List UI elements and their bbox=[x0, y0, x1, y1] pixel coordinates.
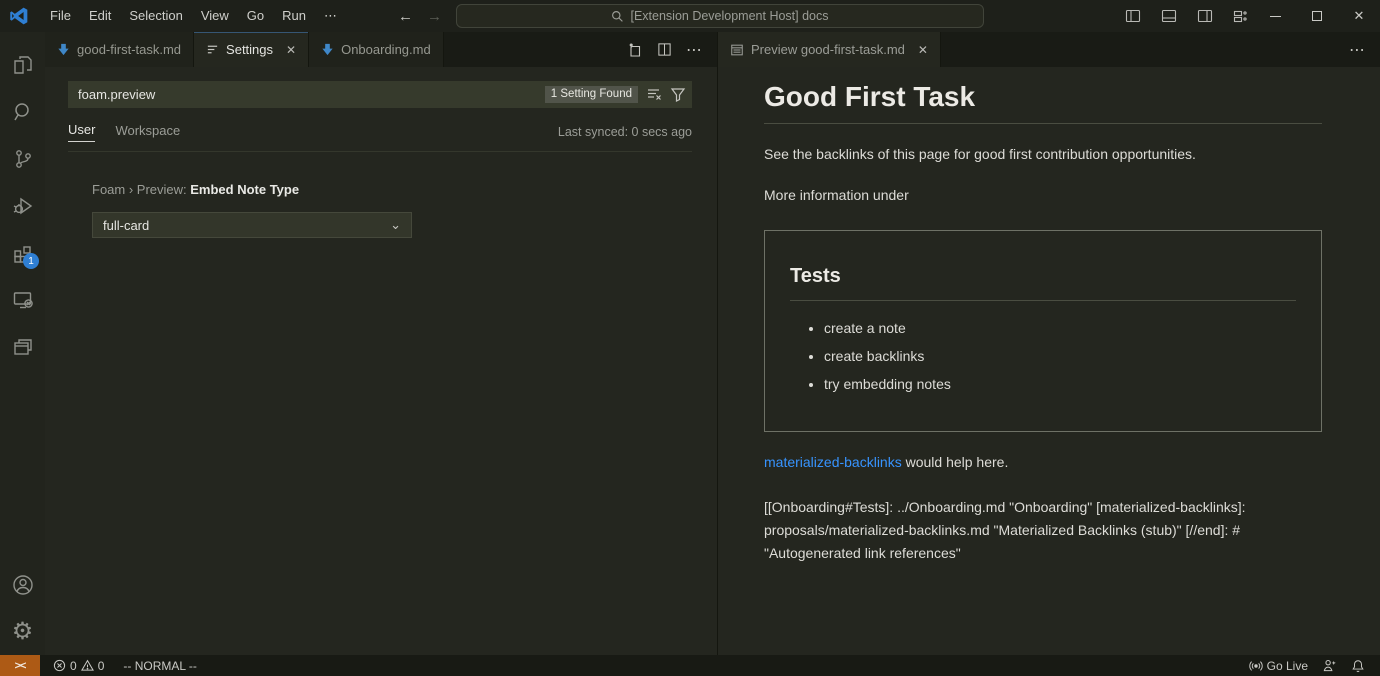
tab-preview-good-first-task[interactable]: Preview good-first-task.md ✕ bbox=[718, 32, 941, 67]
backlink-paragraph-text: would help here. bbox=[902, 454, 1009, 470]
go-live-button[interactable]: Go Live bbox=[1242, 655, 1315, 676]
last-synced-label: Last synced: 0 secs ago bbox=[558, 125, 692, 139]
toggle-primary-sidebar-icon[interactable] bbox=[1120, 3, 1146, 29]
filter-settings-icon[interactable] bbox=[670, 86, 686, 102]
notifications-bell-icon[interactable] bbox=[1344, 655, 1372, 676]
settings-editor: 1 Setting Found User Workspace Last sync… bbox=[45, 67, 717, 238]
markdown-preview: Good First Task See the backlinks of thi… bbox=[718, 67, 1380, 564]
more-actions-icon[interactable]: ⋯ bbox=[1349, 40, 1366, 60]
setting-category: Foam › Preview: bbox=[92, 182, 190, 197]
manage-gear-icon[interactable]: ⚙ bbox=[0, 608, 45, 655]
markdown-file-icon bbox=[321, 43, 334, 56]
tab-label: good-first-task.md bbox=[77, 42, 181, 57]
broadcast-icon bbox=[1249, 659, 1263, 673]
menu-selection[interactable]: Selection bbox=[120, 5, 191, 27]
settings-scope-row: User Workspace Last synced: 0 secs ago bbox=[68, 122, 692, 152]
tab-label: Settings bbox=[226, 42, 273, 57]
warning-icon bbox=[81, 659, 94, 672]
embedded-note-heading: Tests bbox=[790, 265, 1296, 301]
menu-more-icon[interactable]: ⋯ bbox=[315, 8, 346, 24]
menu-go[interactable]: Go bbox=[238, 5, 273, 27]
more-actions-icon[interactable]: ⋯ bbox=[686, 40, 703, 60]
materialized-backlinks-link[interactable]: materialized-backlinks bbox=[764, 454, 902, 470]
close-window-button[interactable]: ✕ bbox=[1338, 0, 1380, 32]
split-editor-icon[interactable] bbox=[657, 42, 672, 57]
close-tab-icon[interactable]: ✕ bbox=[286, 43, 296, 57]
list-item: create a note bbox=[824, 319, 1296, 338]
warning-count: 0 bbox=[98, 659, 105, 673]
preview-title: Good First Task bbox=[764, 81, 1322, 124]
tab-label: Preview good-first-task.md bbox=[751, 42, 905, 57]
error-icon bbox=[53, 659, 66, 672]
remote-explorer-icon[interactable] bbox=[0, 276, 45, 323]
menu-file[interactable]: File bbox=[41, 5, 80, 27]
settings-search-input[interactable] bbox=[68, 87, 545, 102]
activity-bar: 1 ⚙ bbox=[0, 32, 45, 655]
vscode-logo-icon bbox=[9, 6, 29, 26]
status-bar: >< 0 0 -- NORMAL -- Go Live bbox=[0, 655, 1380, 676]
select-value: full-card bbox=[103, 218, 149, 233]
minimize-button[interactable] bbox=[1254, 0, 1296, 32]
search-icon bbox=[611, 10, 624, 23]
menu-view[interactable]: View bbox=[192, 5, 238, 27]
run-debug-icon[interactable] bbox=[0, 182, 45, 229]
markdown-preview-icon bbox=[730, 43, 744, 57]
tab-settings[interactable]: Settings ✕ bbox=[194, 32, 309, 67]
extensions-icon[interactable]: 1 bbox=[0, 229, 45, 276]
title-bar: File Edit Selection View Go Run ⋯ ← → [E… bbox=[0, 0, 1380, 32]
tab-onboarding[interactable]: Onboarding.md bbox=[309, 32, 444, 67]
editor-group-left: good-first-task.md Settings ✕ Onboarding… bbox=[45, 32, 717, 655]
embed-note-type-select[interactable]: full-card ⌄ bbox=[92, 212, 412, 238]
embedded-note-card: Tests create a note create backlinks try… bbox=[764, 230, 1322, 432]
settings-results-badge: 1 Setting Found bbox=[545, 86, 638, 104]
remote-indicator[interactable]: >< bbox=[0, 655, 40, 676]
navigate-forward-icon: → bbox=[427, 8, 442, 25]
setting-label: Foam › Preview: Embed Note Type bbox=[92, 182, 692, 197]
list-item: try embedding notes bbox=[824, 375, 1296, 394]
extensions-badge: 1 bbox=[23, 253, 39, 269]
list-item: create backlinks bbox=[824, 347, 1296, 366]
setting-embed-note-type: Foam › Preview: Embed Note Type full-car… bbox=[68, 182, 692, 238]
tab-label: Onboarding.md bbox=[341, 42, 431, 57]
preview-more-info: More information under bbox=[764, 186, 1322, 206]
settings-editor-icon bbox=[206, 43, 219, 56]
vim-mode-indicator[interactable]: -- NORMAL -- bbox=[111, 655, 204, 676]
editor-layouts-icon[interactable] bbox=[0, 323, 45, 370]
accounts-icon[interactable] bbox=[0, 561, 45, 608]
menu-run[interactable]: Run bbox=[273, 5, 315, 27]
command-center-search[interactable]: [Extension Development Host] docs bbox=[456, 4, 984, 28]
markdown-file-icon bbox=[57, 43, 70, 56]
toggle-panel-icon[interactable] bbox=[1156, 3, 1182, 29]
left-tab-strip: good-first-task.md Settings ✕ Onboarding… bbox=[45, 32, 717, 67]
editor-group-right: Preview good-first-task.md ✕ ⋯ Good Firs… bbox=[718, 32, 1380, 655]
feedback-icon[interactable] bbox=[1315, 655, 1344, 676]
chevron-down-icon: ⌄ bbox=[390, 217, 401, 233]
clear-search-results-icon[interactable] bbox=[646, 86, 662, 102]
embedded-note-list: create a note create backlinks try embed… bbox=[824, 319, 1296, 394]
source-control-icon[interactable] bbox=[0, 135, 45, 182]
customize-layout-icon[interactable] bbox=[1228, 3, 1254, 29]
setting-name: Embed Note Type bbox=[190, 182, 299, 197]
explorer-icon[interactable] bbox=[0, 41, 45, 88]
settings-search-box: 1 Setting Found bbox=[68, 81, 692, 108]
search-sidebar-icon[interactable] bbox=[0, 88, 45, 135]
maximize-button[interactable] bbox=[1296, 0, 1338, 32]
tab-good-first-task[interactable]: good-first-task.md bbox=[45, 32, 194, 67]
close-tab-icon[interactable]: ✕ bbox=[918, 43, 928, 57]
toggle-secondary-sidebar-icon[interactable] bbox=[1192, 3, 1218, 29]
menu-edit[interactable]: Edit bbox=[80, 5, 120, 27]
command-center-label: [Extension Development Host] docs bbox=[630, 9, 828, 23]
preview-intro: See the backlinks of this page for good … bbox=[764, 145, 1322, 165]
backlink-paragraph: materialized-backlinks would help here. bbox=[764, 453, 1322, 473]
scope-tab-workspace[interactable]: Workspace bbox=[115, 123, 180, 142]
navigate-back-icon[interactable]: ← bbox=[398, 8, 413, 25]
error-count: 0 bbox=[70, 659, 77, 673]
go-live-label: Go Live bbox=[1267, 659, 1308, 673]
link-references-text: [[Onboarding#Tests]: ../Onboarding.md "O… bbox=[764, 496, 1322, 564]
scope-tab-user[interactable]: User bbox=[68, 122, 95, 142]
right-tab-strip: Preview good-first-task.md ✕ ⋯ bbox=[718, 32, 1380, 67]
open-settings-json-icon[interactable] bbox=[627, 42, 643, 58]
problems-indicator[interactable]: 0 0 bbox=[46, 655, 111, 676]
